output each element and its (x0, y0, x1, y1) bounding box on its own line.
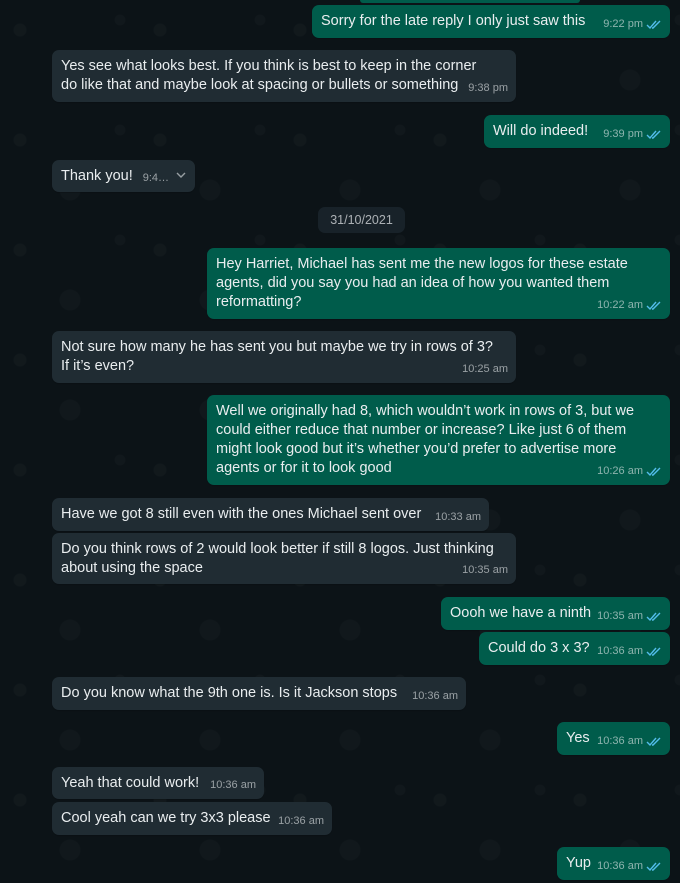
message-time: 10:36 am (597, 735, 643, 747)
message-meta: 9:4… (143, 169, 169, 188)
message-text: Yeah that could work! (61, 775, 200, 791)
message-text: Do you think rows of 2 would look better… (61, 541, 498, 576)
message-text: Have we got 8 still even with the ones M… (61, 506, 422, 522)
message-meta: 9:22 pm (603, 15, 662, 34)
message-meta: 10:36 am (597, 642, 662, 661)
message-incoming[interactable]: Thank you! 9:4… (52, 160, 195, 192)
message-text: Yup (566, 855, 591, 871)
message-meta: 9:39 pm (603, 125, 662, 144)
message-time: 10:36 am (597, 645, 643, 657)
message-meta: 10:36 am (412, 687, 458, 706)
read-ticks-icon (646, 612, 661, 622)
message-meta: 10:35 am (597, 607, 662, 626)
read-ticks-icon (646, 130, 661, 140)
message-outgoing[interactable]: Sorry for the late reply I only just saw… (312, 5, 670, 38)
message-meta: 10:22 am (597, 296, 662, 315)
message-time: 9:38 pm (468, 82, 508, 94)
message-time: 9:4… (142, 172, 169, 184)
message-time: 10:36 am (278, 815, 324, 827)
message-meta: 10:36 am (210, 776, 256, 795)
message-time: 10:26 am (597, 465, 643, 477)
read-ticks-icon (646, 737, 661, 747)
previous-message-edge (360, 0, 580, 3)
message-text: Cool yeah can we try 3x3 please (61, 810, 271, 826)
message-text: Thank you! (61, 168, 133, 184)
message-text: Well we originally had 8, which wouldn’t… (216, 403, 639, 476)
message-time: 10:36 am (597, 860, 643, 872)
message-text: Oooh we have a ninth (450, 605, 592, 621)
message-meta: 10:33 am (435, 508, 481, 527)
message-meta: 10:36 am (278, 812, 324, 831)
message-meta: 10:26 am (597, 462, 662, 481)
message-outgoing[interactable]: Could do 3 x 3? 10:36 am (479, 632, 670, 665)
message-outgoing[interactable]: Yup 10:36 am (557, 847, 670, 880)
message-text: Sorry for the late reply I only just saw… (321, 13, 586, 29)
read-ticks-icon (646, 301, 661, 311)
message-text: Not sure how many he has sent you but ma… (61, 339, 498, 374)
message-meta: 10:35 am (462, 561, 508, 580)
message-time: 10:36 am (412, 690, 458, 702)
read-ticks-icon (646, 862, 661, 872)
message-time: 10:25 am (462, 363, 508, 375)
message-text: Hey Harriet, Michael has sent me the new… (216, 256, 632, 310)
read-ticks-icon (646, 467, 661, 477)
message-time: 10:36 am (210, 779, 256, 791)
message-outgoing[interactable]: Hey Harriet, Michael has sent me the new… (207, 248, 670, 319)
message-time: 9:39 pm (603, 128, 643, 140)
message-meta: 10:36 am (597, 857, 662, 876)
message-meta: 9:38 pm (468, 79, 508, 98)
message-time: 10:22 am (597, 299, 643, 311)
message-time: 10:35 am (597, 610, 643, 622)
read-ticks-icon (646, 647, 661, 657)
message-incoming[interactable]: Not sure how many he has sent you but ma… (52, 331, 516, 383)
message-text: Yes see what looks best. If you think is… (61, 58, 481, 93)
message-incoming[interactable]: Do you know what the 9th one is. Is it J… (52, 677, 466, 710)
message-text: Could do 3 x 3? (488, 640, 590, 656)
message-outgoing[interactable]: Oooh we have a ninth 10:35 am (441, 597, 670, 630)
message-incoming[interactable]: Do you think rows of 2 would look better… (52, 533, 516, 584)
message-outgoing[interactable]: Well we originally had 8, which wouldn’t… (207, 395, 670, 485)
chevron-down-icon[interactable] (176, 170, 186, 180)
read-ticks-icon (646, 20, 661, 30)
message-meta: 10:36 am (597, 732, 662, 751)
message-incoming[interactable]: Have we got 8 still even with the ones M… (52, 498, 489, 531)
message-time: 10:35 am (462, 564, 508, 576)
message-incoming[interactable]: Yes see what looks best. If you think is… (52, 50, 516, 102)
message-text: Do you know what the 9th one is. Is it J… (61, 685, 398, 701)
message-incoming[interactable]: Yeah that could work! 10:36 am (52, 767, 264, 799)
message-meta: 10:25 am (462, 360, 508, 379)
message-text: Will do indeed! (493, 123, 589, 139)
message-outgoing[interactable]: Will do indeed! 9:39 pm (484, 115, 670, 148)
message-text: Yes (566, 730, 590, 746)
message-time: 10:33 am (435, 511, 481, 523)
message-time: 9:22 pm (603, 18, 643, 30)
date-divider: 31/10/2021 (318, 207, 405, 233)
message-outgoing[interactable]: Yes 10:36 am (557, 722, 670, 755)
message-incoming[interactable]: Cool yeah can we try 3x3 please 10:36 am (52, 802, 332, 835)
